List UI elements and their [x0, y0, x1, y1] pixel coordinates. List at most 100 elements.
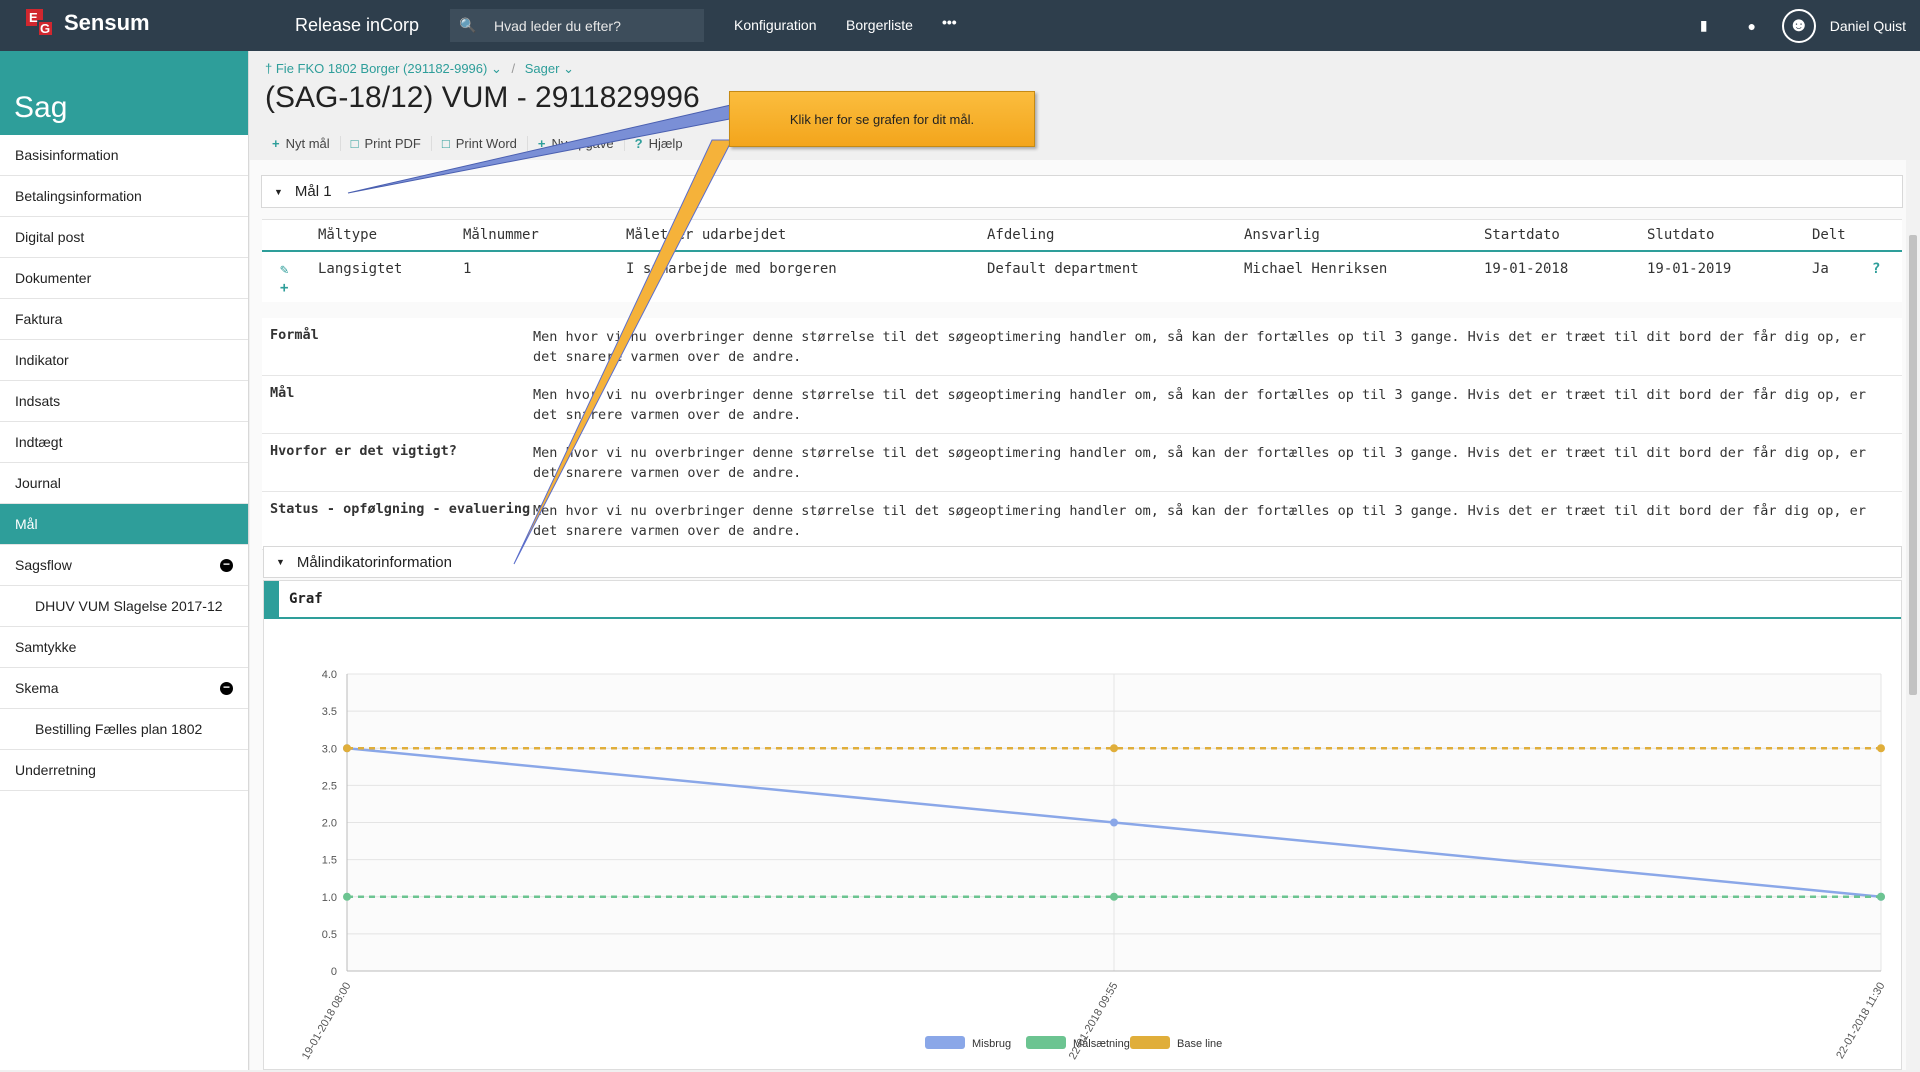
help-button[interactable]: ? Hjælp	[625, 136, 693, 151]
chat-icon[interactable]: ●	[1728, 18, 1776, 34]
help-label: Hjælp	[648, 136, 683, 151]
sidebar-item-journal[interactable]: Journal	[0, 463, 248, 504]
sidebar-item-samtykke[interactable]: Samtykke	[0, 627, 248, 668]
logo-letter-g: G	[40, 21, 51, 36]
col-afdeling: Afdeling	[987, 227, 1055, 243]
col-delt: Delt	[1812, 227, 1846, 243]
more-menu-icon[interactable]: •••	[942, 14, 957, 30]
scrollbar[interactable]	[1906, 160, 1920, 1070]
data-point	[1110, 892, 1118, 901]
y-tick-label: 1.0	[322, 892, 337, 904]
graph-panel: Graf 4.0 3.5 3.0 2.5 2.0 1.5 1.0 0.5 0 19-01-2018…	[263, 580, 1902, 1070]
detail-row: Status - opfølgning - evaluering Men hvo…	[262, 492, 1902, 550]
goal-panel-header[interactable]: ▼ Mål 1	[261, 175, 1903, 208]
goal-chart[interactable]: 4.0 3.5 3.0 2.5 2.0 1.5 1.0 0.5 0 19-01-2018 08:0…	[264, 619, 1901, 1067]
page-title: (SAG-18/12) VUM - 2911829996	[265, 81, 700, 114]
legend-label: Base line	[1177, 1038, 1222, 1050]
sidebar-item-skema[interactable]: Skema −	[0, 668, 248, 709]
detail-row: Formål Men hvor vi nu overbringer denne …	[262, 318, 1902, 376]
sidebar-subitem-bestilling[interactable]: Bestilling Fælles plan 1802	[0, 709, 248, 750]
sidebar-subitem-dhuv-vum[interactable]: DHUV VUM Slagelse 2017-12	[0, 586, 248, 627]
cell-afdeling: Default department	[987, 261, 1139, 277]
y-tick-label: 2.0	[322, 818, 337, 830]
sidebar-item-dokumenter[interactable]: Dokumenter	[0, 258, 248, 299]
indicator-panel-header[interactable]: ▼ Målindikatorinformation	[263, 546, 1902, 578]
cell-udarbejdet: I samarbejde med borgeren	[626, 261, 837, 277]
sidebar-item-sagsflow[interactable]: Sagsflow −	[0, 545, 248, 586]
sidebar-item-label: Mål	[15, 516, 38, 532]
collapse-icon[interactable]: −	[220, 558, 233, 572]
detail-label: Mål	[270, 385, 295, 401]
sidebar-item-label: Indtægt	[15, 434, 63, 450]
sidebar-item-underretning[interactable]: Underretning	[0, 750, 248, 791]
caret-down-icon: ▼	[274, 186, 283, 197]
eg-logo-icon: E G	[26, 9, 54, 37]
new-task-button[interactable]: + Ny opgave	[528, 136, 625, 151]
breadcrumb-cases[interactable]: Sager	[525, 61, 560, 76]
breadcrumb-citizen[interactable]: Fie FKO 1802 Borger (291182-9996)	[276, 61, 488, 76]
col-ansvarlig: Ansvarlig	[1244, 227, 1320, 243]
col-malnummer: Målnummer	[463, 227, 539, 243]
scroll-thumb[interactable]	[1909, 235, 1917, 695]
cell-startdato: 19-01-2018	[1484, 261, 1569, 277]
search-icon: 🔍	[459, 17, 477, 33]
sidebar-item-label: Indsats	[15, 393, 61, 409]
print-word-label: Print Word	[455, 136, 517, 151]
sidebar-item-betalingsinformation[interactable]: Betalingsinformation	[0, 176, 248, 217]
breadcrumb-separator: /	[511, 61, 516, 76]
sidebar-item-label: Skema	[15, 680, 59, 696]
collapse-icon[interactable]: −	[220, 681, 233, 695]
search-input[interactable]	[494, 17, 704, 34]
sidebar-item-faktura[interactable]: Faktura	[0, 299, 248, 340]
nav-borgerliste[interactable]: Borgerliste	[846, 17, 913, 33]
data-point	[343, 892, 351, 901]
sidebar-item-maal[interactable]: Mål	[0, 504, 248, 545]
y-tick-label: 3.0	[322, 743, 337, 755]
goal-details: Formål Men hvor vi nu overbringer denne …	[262, 318, 1902, 550]
cell-ansvarlig: Michael Henriksen	[1244, 261, 1388, 277]
chevron-down-icon[interactable]: ⌄	[491, 61, 502, 76]
user-name[interactable]: Daniel Quist	[1830, 18, 1906, 34]
new-goal-button[interactable]: + Nyt mål	[262, 136, 341, 151]
edit-icon[interactable]: ✎	[280, 261, 318, 279]
sidebar-item-indsats[interactable]: Indsats	[0, 381, 248, 422]
detail-text: Men hvor vi nu overbringer denne størrel…	[533, 445, 1866, 481]
sidebar-item-label: Digital post	[15, 229, 85, 245]
sidebar-item-label: Betalingsinformation	[15, 188, 142, 204]
print-word-button[interactable]: □ Print Word	[432, 136, 528, 151]
graph-header: Graf	[264, 581, 1901, 619]
global-search[interactable]: 🔍	[450, 9, 704, 42]
plus-icon[interactable]: +	[280, 279, 318, 297]
sidebar-item-label: Basisinformation	[15, 147, 119, 163]
sidebar-item-digital-post[interactable]: Digital post	[0, 217, 248, 258]
chevron-down-icon[interactable]: ⌄	[563, 61, 574, 76]
question-icon: ?	[634, 136, 643, 151]
sidebar-item-label: Faktura	[15, 311, 63, 327]
nav-konfiguration[interactable]: Konfiguration	[734, 17, 817, 33]
legend-swatch	[1130, 1036, 1170, 1049]
graph-accent-bar	[264, 581, 279, 617]
sidebar-item-indtaegt[interactable]: Indtægt	[0, 422, 248, 463]
y-tick-label: 3.5	[322, 706, 337, 718]
cell-slutdato: 19-01-2019	[1647, 261, 1732, 277]
new-goal-label: Nyt mål	[285, 136, 330, 151]
top-right-icons: ▮ ● ☻ Daniel Quist	[1680, 0, 1920, 51]
help-icon[interactable]: ?	[1872, 261, 1892, 302]
print-pdf-button[interactable]: □ Print PDF	[341, 136, 432, 151]
document-icon[interactable]: ▮	[1680, 17, 1728, 34]
avatar[interactable]: ☻	[1781, 8, 1816, 43]
cell-delt: Ja	[1812, 261, 1829, 277]
data-point	[343, 744, 351, 753]
data-point	[1110, 818, 1118, 827]
sidebar-item-indikator[interactable]: Indikator	[0, 340, 248, 381]
top-bar: E G Sensum Release inCorp 🔍 Konfiguratio…	[0, 0, 1920, 51]
breadcrumb: † Fie FKO 1802 Borger (291182-9996) ⌄ / …	[265, 61, 574, 77]
logo[interactable]: E G Sensum	[26, 9, 150, 37]
indicator-panel-title: Målindikatorinformation	[296, 553, 452, 571]
goal-panel-title: Mål 1	[294, 183, 332, 200]
app-title: Release inCorp	[295, 15, 420, 35]
sidebar-item-basisinformation[interactable]: Basisinformation	[0, 135, 248, 176]
graph-title: Graf	[289, 591, 323, 607]
detail-label: Formål	[270, 327, 319, 343]
x-tick-label: 22-01-2018 11:30	[1834, 981, 1887, 1062]
